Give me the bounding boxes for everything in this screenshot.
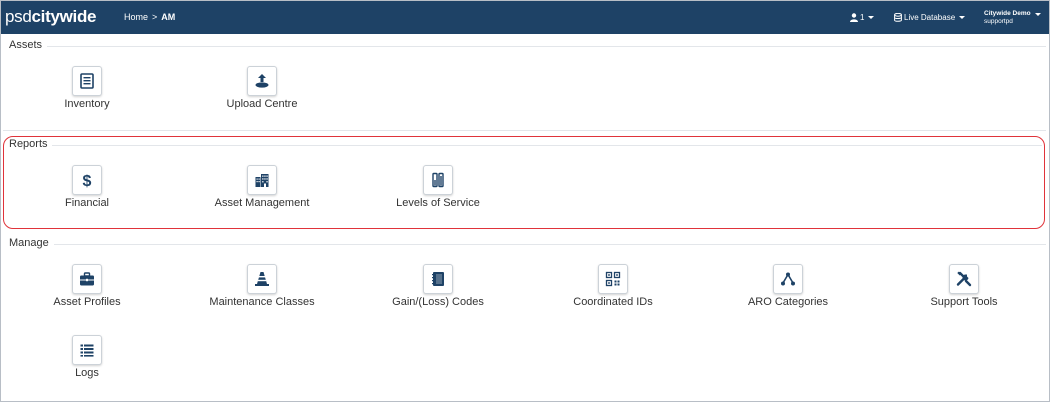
section-divider [3,130,1046,131]
section-title-reports: Reports [9,138,48,150]
tile-label: Maintenance Classes [209,296,315,308]
account-info: Citywide Demo supportpd [984,10,1031,26]
tile-upload-centre[interactable]: Upload Centre [202,66,322,120]
tile-asset-management[interactable]: Asset Management [202,165,322,219]
tile-label: Gain/(Loss) Codes [392,296,484,308]
section-divider [54,244,1046,245]
svg-text:$: $ [83,173,92,188]
section-divider [47,46,1046,47]
tile-label: Coordinated IDs [573,296,653,308]
traffic-cone-icon [247,264,277,294]
tile-logs[interactable]: Logs [27,335,147,389]
tile-label: Inventory [64,98,110,110]
tile-asset-profiles[interactable]: Asset Profiles [27,264,147,318]
tools-icon [949,264,979,294]
level-bars-icon [423,165,453,195]
tile-label: Upload Centre [226,98,298,110]
tile-inventory[interactable]: Inventory [27,66,147,120]
psd-citywide-logo[interactable]: psdcitywide [5,7,97,27]
section-title-assets: Assets [9,39,43,51]
briefcase-icon [72,264,102,294]
users-dropdown[interactable]: 1 [850,1,875,34]
tile-support-tools[interactable]: Support Tools [904,264,1024,318]
tile-label: Asset Profiles [53,296,121,308]
tile-label: Financial [64,197,110,209]
breadcrumb-separator: > [152,12,158,22]
users-count: 1 [860,13,865,22]
buildings-icon [247,165,277,195]
chevron-down-icon [868,16,875,19]
account-dropdown[interactable]: Citywide Demo supportpd [984,1,1041,34]
tile-aro-categories[interactable]: ARO Categories [728,264,848,318]
database-dropdown[interactable]: Live Database [894,1,966,34]
tile-financial[interactable]: $ Financial [27,165,147,219]
chevron-down-icon [959,16,966,19]
tile-maintenance-classes[interactable]: Maintenance Classes [202,264,322,318]
tile-label: ARO Categories [747,296,829,308]
tile-label: Levels of Service [396,197,480,209]
notebook-icon [423,264,453,294]
chevron-down-icon [1034,13,1041,16]
section-title-manage: Manage [9,237,49,249]
database-label: Live Database [904,13,956,22]
breadcrumb-current: AM [161,12,176,22]
tile-gain-loss-codes[interactable]: Gain/(Loss) Codes [378,264,498,318]
reports-highlight-outline [3,136,1045,229]
section-divider [52,145,1042,146]
breadcrumb-home[interactable]: Home [124,12,148,22]
tile-levels-of-service[interactable]: Levels of Service [378,165,498,219]
dollar-icon: $ [72,165,102,195]
list-icon [72,335,102,365]
breadcrumb: Home > AM [124,12,175,22]
hierarchy-icon [773,264,803,294]
tile-coordinated-ids[interactable]: Coordinated IDs [553,264,673,318]
top-navbar: psdcitywide Home > AM 1 Live Database City… [1,1,1049,34]
qr-code-icon [598,264,628,294]
upload-icon [247,66,277,96]
account-organization: Citywide Demo [984,9,1031,17]
database-icon [894,13,902,22]
account-username: supportpd [984,17,1013,25]
tile-label: Logs [75,367,99,379]
tile-label: Support Tools [930,296,998,308]
user-icon [850,13,858,22]
list-document-icon [72,66,102,96]
tile-label: Asset Management [214,197,310,209]
